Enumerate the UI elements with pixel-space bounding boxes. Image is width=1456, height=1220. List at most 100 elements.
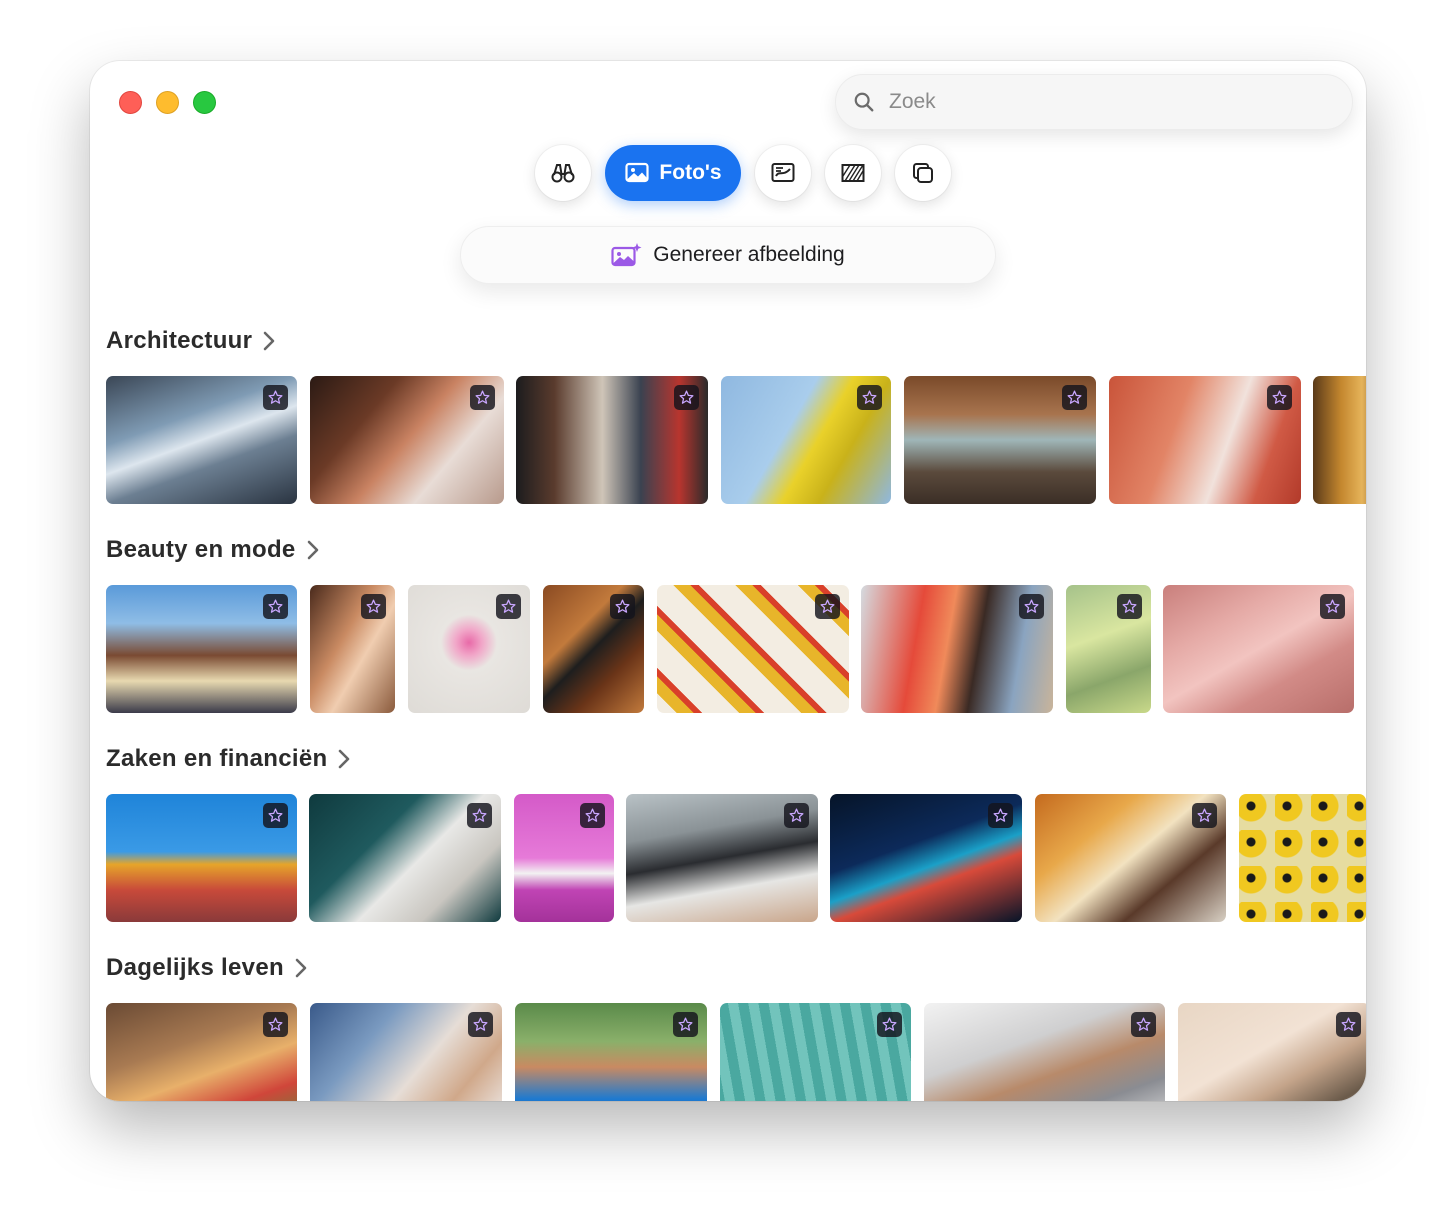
- premium-star-icon: [615, 599, 630, 613]
- premium-star-icon: [862, 390, 877, 404]
- search-input[interactable]: [887, 89, 1311, 115]
- premium-badge: [674, 385, 699, 410]
- search-icon: [854, 92, 874, 112]
- photo-thumbnail[interactable]: [106, 1003, 297, 1101]
- photo-thumbnail[interactable]: [626, 794, 818, 922]
- premium-star-icon: [1122, 599, 1137, 613]
- photo-thumbnail[interactable]: [1239, 794, 1366, 922]
- premium-badge: [470, 385, 495, 410]
- premium-badge: [1019, 594, 1044, 619]
- premium-star-icon: [268, 390, 283, 404]
- generate-image-label: Genereer afbeelding: [653, 243, 845, 266]
- section-title-label: Dagelijks leven: [106, 954, 284, 981]
- photo-thumbnail[interactable]: [924, 1003, 1165, 1101]
- section-title-architectuur[interactable]: Architectuur: [106, 327, 276, 355]
- premium-star-icon: [475, 390, 490, 404]
- chevron-right-icon: [263, 331, 275, 351]
- premium-star-icon: [1024, 599, 1039, 613]
- premium-badge: [468, 1012, 493, 1037]
- photo-thumbnail[interactable]: [1066, 585, 1151, 713]
- photo-thumbnail[interactable]: [310, 376, 504, 504]
- photo-thumbnail[interactable]: [106, 376, 297, 504]
- chevron-right-icon: [295, 958, 307, 978]
- premium-badge: [1267, 385, 1292, 410]
- premium-badge: [263, 385, 288, 410]
- photo-thumbnail[interactable]: [1313, 376, 1366, 504]
- section-title-label: Beauty en mode: [106, 536, 296, 563]
- premium-star-icon: [1197, 808, 1212, 822]
- photo-thumbnail[interactable]: [861, 585, 1053, 713]
- premium-badge: [1336, 1012, 1361, 1037]
- premium-star-icon: [1272, 390, 1287, 404]
- section-title-zaken-en-financien[interactable]: Zaken en financiën: [106, 745, 351, 773]
- photo-thumbnail[interactable]: [106, 585, 297, 713]
- premium-badge: [610, 594, 635, 619]
- premium-star-icon: [679, 390, 694, 404]
- zoom-window-button[interactable]: [193, 91, 216, 114]
- thumbnail-row-architectuur: [106, 376, 1366, 504]
- search-bar[interactable]: [835, 74, 1353, 130]
- photo-thumbnail[interactable]: [830, 794, 1022, 922]
- photo-thumbnail[interactable]: [106, 794, 297, 922]
- tab-illustrations[interactable]: [755, 145, 811, 201]
- premium-badge: [673, 1012, 698, 1037]
- ai-image-icon: [611, 243, 642, 267]
- tab-photos[interactable]: Foto's: [605, 145, 741, 201]
- chevron-right-icon: [339, 749, 350, 769]
- premium-badge: [467, 803, 492, 828]
- premium-star-icon: [1325, 599, 1340, 613]
- photo-thumbnail[interactable]: [516, 376, 708, 504]
- binoculars-icon: [551, 164, 575, 183]
- thumbnail-row-beauty-en-mode: [106, 585, 1366, 713]
- premium-badge: [263, 803, 288, 828]
- premium-star-icon: [882, 1017, 897, 1031]
- section-title-label: Zaken en financiën: [106, 745, 328, 772]
- premium-star-icon: [993, 808, 1008, 822]
- thumbnail-row-dagelijks-leven: [106, 1003, 1366, 1101]
- category-tabs: Foto's: [535, 145, 951, 201]
- tab-discover[interactable]: [535, 145, 591, 201]
- photo-thumbnail[interactable]: [720, 1003, 911, 1101]
- premium-badge: [361, 594, 386, 619]
- close-window-button[interactable]: [119, 91, 142, 114]
- generate-image-button[interactable]: Genereer afbeelding: [460, 226, 996, 284]
- premium-badge: [1131, 1012, 1156, 1037]
- premium-badge: [784, 803, 809, 828]
- photo-thumbnail[interactable]: [309, 794, 501, 922]
- minimize-window-button[interactable]: [156, 91, 179, 114]
- photo-thumbnail[interactable]: [543, 585, 644, 713]
- photo-thumbnail[interactable]: [657, 585, 849, 713]
- premium-star-icon: [585, 808, 600, 822]
- photo-thumbnail[interactable]: [514, 794, 614, 922]
- pattern-icon: [841, 164, 865, 182]
- premium-badge: [1062, 385, 1087, 410]
- photo-thumbnail[interactable]: [310, 1003, 502, 1101]
- premium-star-icon: [472, 808, 487, 822]
- section-title-dagelijks-leven[interactable]: Dagelijks leven: [106, 954, 308, 982]
- photo-thumbnail[interactable]: [310, 585, 395, 713]
- premium-star-icon: [501, 599, 516, 613]
- photo-thumbnail[interactable]: [904, 376, 1096, 504]
- photo-thumbnail[interactable]: [1178, 1003, 1366, 1101]
- photo-thumbnail[interactable]: [1035, 794, 1226, 922]
- premium-star-icon: [1136, 1017, 1151, 1031]
- photo-thumbnail[interactable]: [721, 376, 891, 504]
- photo-thumbnail[interactable]: [1163, 585, 1354, 713]
- chevron-right-icon: [307, 540, 318, 560]
- photo-thumbnail[interactable]: [1109, 376, 1301, 504]
- premium-badge: [857, 385, 882, 410]
- premium-badge: [263, 594, 288, 619]
- photo-thumbnail[interactable]: [515, 1003, 707, 1101]
- premium-badge: [1192, 803, 1217, 828]
- section-title-label: Architectuur: [106, 327, 253, 354]
- tab-templates[interactable]: [825, 145, 881, 201]
- photo-thumbnail[interactable]: [408, 585, 530, 713]
- premium-badge: [1117, 594, 1142, 619]
- premium-star-icon: [789, 808, 804, 822]
- premium-badge: [815, 594, 840, 619]
- app-window: Foto's Genereer afbeelding Architectuur …: [90, 61, 1366, 1101]
- section-title-beauty-en-mode[interactable]: Beauty en mode: [106, 536, 320, 564]
- tab-collections[interactable]: [895, 145, 951, 201]
- premium-badge: [263, 1012, 288, 1037]
- premium-star-icon: [1341, 1017, 1356, 1031]
